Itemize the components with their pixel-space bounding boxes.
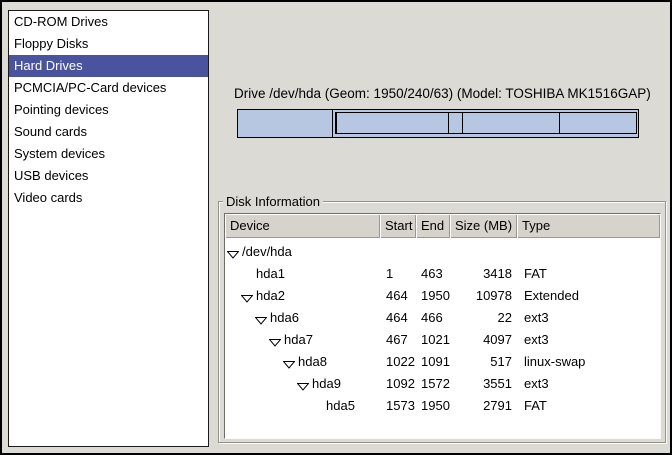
end-cell: 1950	[416, 398, 450, 413]
disk-row-hda8[interactable]: hda8 10221091517linux-swap	[225, 350, 660, 372]
expander-icon[interactable]	[269, 335, 281, 344]
expander-icon[interactable]	[241, 291, 253, 300]
sidebar-item-cd-rom-drives[interactable]: CD-ROM Drives	[9, 11, 208, 33]
type-cell: FAT	[517, 398, 660, 413]
device-cell: hda2	[225, 288, 380, 303]
start-cell: 1022	[380, 354, 416, 369]
device-cell: hda1	[225, 266, 380, 281]
disk-information-frame: Disk Information DeviceStartEndSize (MB)…	[218, 201, 666, 443]
disk-row-hda5[interactable]: hda5 157319502791FAT	[225, 394, 660, 416]
disk-row-hda6[interactable]: hda6 46446622ext3	[225, 306, 660, 328]
disk-table-header: DeviceStartEndSize (MB)Type	[225, 214, 660, 238]
end-cell: 1091	[416, 354, 450, 369]
size-cell: 3551	[450, 376, 517, 391]
disk-information-title: Disk Information	[223, 194, 323, 209]
expander-icon[interactable]	[283, 357, 295, 366]
type-cell: ext3	[517, 332, 660, 347]
device-cell: /dev/hda	[225, 244, 380, 259]
type-cell: ext3	[517, 310, 660, 325]
partition-segment-hda2	[333, 110, 638, 137]
disk-row-dev-hda[interactable]: /dev/hda	[225, 240, 660, 262]
size-cell: 22	[450, 310, 517, 325]
device-name: hda2	[256, 288, 285, 303]
partition-segment-hda8	[449, 113, 463, 133]
partition-segment-hda9	[463, 113, 560, 133]
end-cell: 466	[416, 310, 450, 325]
device-name: /dev/hda	[242, 244, 292, 259]
end-cell: 463	[416, 266, 450, 281]
device-name: hda9	[312, 376, 341, 391]
device-name: hda1	[256, 266, 285, 281]
end-cell: 1950	[416, 288, 450, 303]
device-category-list: CD-ROM DrivesFloppy DisksHard DrivesPCMC…	[8, 10, 209, 447]
end-cell: 1572	[416, 376, 450, 391]
partition-segment-hda5	[560, 113, 636, 133]
disk-row-hda7[interactable]: hda7 46710214097ext3	[225, 328, 660, 350]
expander-icon[interactable]	[297, 379, 309, 388]
column-header-device[interactable]: Device	[225, 214, 380, 238]
type-cell: ext3	[517, 376, 660, 391]
device-name: hda8	[298, 354, 327, 369]
column-header-end[interactable]: End	[416, 214, 450, 238]
column-header-start[interactable]: Start	[380, 214, 416, 238]
logical-partition-group	[335, 112, 637, 134]
sidebar-item-video-cards[interactable]: Video cards	[9, 187, 208, 209]
device-cell: hda9	[225, 376, 380, 391]
type-cell: FAT	[517, 266, 660, 281]
sidebar-item-system-devices[interactable]: System devices	[9, 143, 208, 165]
disk-row-hda1[interactable]: hda1 14633418FAT	[225, 262, 660, 284]
disk-table-body: /dev/hdahda114633418FAThda2464195010978E…	[225, 238, 660, 416]
sidebar-item-sound-cards[interactable]: Sound cards	[9, 121, 208, 143]
size-cell: 4097	[450, 332, 517, 347]
sidebar-item-pointing-devices[interactable]: Pointing devices	[9, 99, 208, 121]
sidebar-item-hard-drives[interactable]: Hard Drives	[9, 55, 208, 77]
end-cell: 1021	[416, 332, 450, 347]
device-name: hda7	[284, 332, 313, 347]
size-cell: 10978	[450, 288, 517, 303]
drive-geometry-label: Drive /dev/hda (Geom: 1950/240/63) (Mode…	[234, 86, 651, 101]
expander-icon[interactable]	[255, 313, 267, 322]
partition-segment-hda1	[238, 110, 333, 137]
expander-icon[interactable]	[227, 247, 239, 256]
partition-segment-hda7	[337, 113, 449, 133]
type-cell: Extended	[517, 288, 660, 303]
start-cell: 464	[380, 310, 416, 325]
device-cell: hda5	[225, 398, 380, 413]
start-cell: 467	[380, 332, 416, 347]
column-header-size-mb[interactable]: Size (MB)	[450, 214, 517, 238]
start-cell: 1573	[380, 398, 416, 413]
column-header-type[interactable]: Type	[517, 214, 660, 238]
sidebar-item-floppy-disks[interactable]: Floppy Disks	[9, 33, 208, 55]
device-name: hda5	[326, 398, 355, 413]
partition-bar	[237, 109, 639, 138]
hardware-browser-window: CD-ROM DrivesFloppy DisksHard DrivesPCMC…	[0, 0, 672, 455]
device-cell: hda7	[225, 332, 380, 347]
disk-row-hda2[interactable]: hda2 464195010978Extended	[225, 284, 660, 306]
disk-table: DeviceStartEndSize (MB)Type /dev/hda hda1…	[224, 213, 661, 439]
start-cell: 464	[380, 288, 416, 303]
size-cell: 2791	[450, 398, 517, 413]
device-name: hda6	[270, 310, 299, 325]
sidebar-item-usb-devices[interactable]: USB devices	[9, 165, 208, 187]
device-cell: hda8	[225, 354, 380, 369]
device-cell: hda6	[225, 310, 380, 325]
start-cell: 1092	[380, 376, 416, 391]
size-cell: 517	[450, 354, 517, 369]
start-cell: 1	[380, 266, 416, 281]
sidebar-item-pcmcia-pc-card-devices[interactable]: PCMCIA/PC-Card devices	[9, 77, 208, 99]
disk-row-hda9[interactable]: hda9 109215723551ext3	[225, 372, 660, 394]
type-cell: linux-swap	[517, 354, 660, 369]
size-cell: 3418	[450, 266, 517, 281]
